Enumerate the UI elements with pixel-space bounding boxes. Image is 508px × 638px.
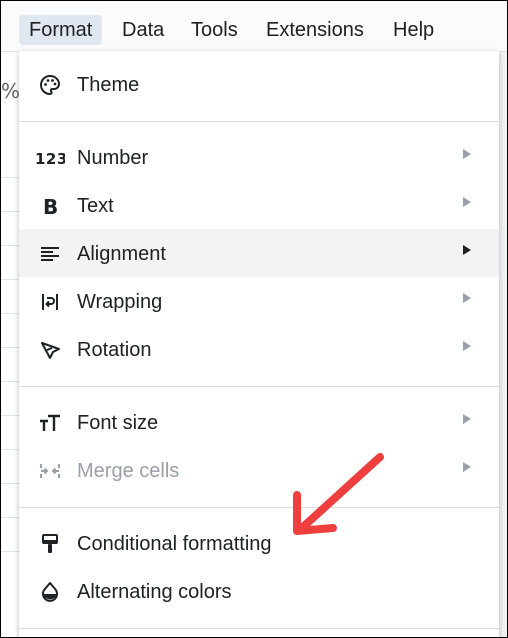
submenu-arrow-icon [463, 462, 471, 472]
menu-format[interactable]: Format [19, 15, 103, 45]
align-left-icon [37, 241, 63, 267]
text-wrap-icon [37, 289, 63, 315]
submenu-arrow-icon [463, 414, 471, 424]
menu-item-alignment[interactable]: Alignment [19, 229, 499, 277]
menu-item-label: Alignment [77, 243, 166, 265]
menubar: Format Data Tools Extensions Help [1, 1, 507, 52]
palette-icon [37, 72, 63, 98]
svg-text:123: 123 [35, 150, 65, 167]
menu-item-label: Rotation [77, 339, 152, 361]
menu-extensions[interactable]: Extensions [256, 15, 374, 45]
menu-item-label: Font size [77, 412, 159, 434]
menu-item-label: Number [77, 147, 149, 169]
toolbar-percent-glyph: % [1, 79, 21, 103]
submenu-arrow-icon [463, 341, 471, 351]
menu-tools[interactable]: Tools [181, 15, 248, 45]
menu-item-wrapping[interactable]: Wrapping [19, 277, 499, 325]
menu-item-theme[interactable]: Theme [19, 60, 499, 108]
text-rotation-icon [37, 337, 63, 363]
menu-separator [19, 507, 499, 508]
menu-separator [19, 121, 499, 122]
submenu-arrow-icon [463, 245, 471, 255]
menu-item-label: Merge cells [77, 460, 180, 482]
bold-icon: B [37, 193, 63, 219]
menu-item-number[interactable]: 123 Number [19, 133, 499, 181]
menu-item-label: Alternating colors [77, 581, 232, 603]
menu-item-label: Theme [77, 74, 140, 96]
menu-separator [19, 628, 499, 629]
submenu-arrow-icon [463, 149, 471, 159]
menu-item-rotation[interactable]: Rotation [19, 325, 499, 373]
menu-item-alternating-colors[interactable]: Alternating colors [19, 567, 499, 615]
submenu-arrow-icon [463, 293, 471, 303]
screenshot-frame: % Format Data Tools Extensions Help Them… [0, 0, 508, 638]
number-123-icon: 123 [35, 145, 65, 171]
svg-text:B: B [43, 195, 58, 218]
menu-data[interactable]: Data [112, 15, 174, 45]
font-size-icon [37, 410, 63, 436]
menu-item-label: Text [77, 195, 114, 217]
menu-item-label: Conditional formatting [77, 533, 272, 555]
menu-item-text[interactable]: B Text [19, 181, 499, 229]
menu-help[interactable]: Help [383, 15, 444, 45]
submenu-arrow-icon [463, 197, 471, 207]
paint-roller-icon [37, 531, 63, 557]
sheet-background-left [1, 51, 19, 637]
color-drop-icon [37, 579, 63, 605]
merge-cells-icon [37, 458, 63, 484]
menu-item-conditional-formatting[interactable]: Conditional formatting [19, 519, 499, 567]
menu-item-label: Wrapping [77, 291, 163, 313]
format-dropdown-menu: Theme 123 Number B Text Alignment Wrappi… [19, 51, 499, 637]
menu-item-merge-cells[interactable]: Merge cells [19, 446, 499, 494]
menu-separator [19, 386, 499, 387]
menu-item-font-size[interactable]: Font size [19, 398, 499, 446]
